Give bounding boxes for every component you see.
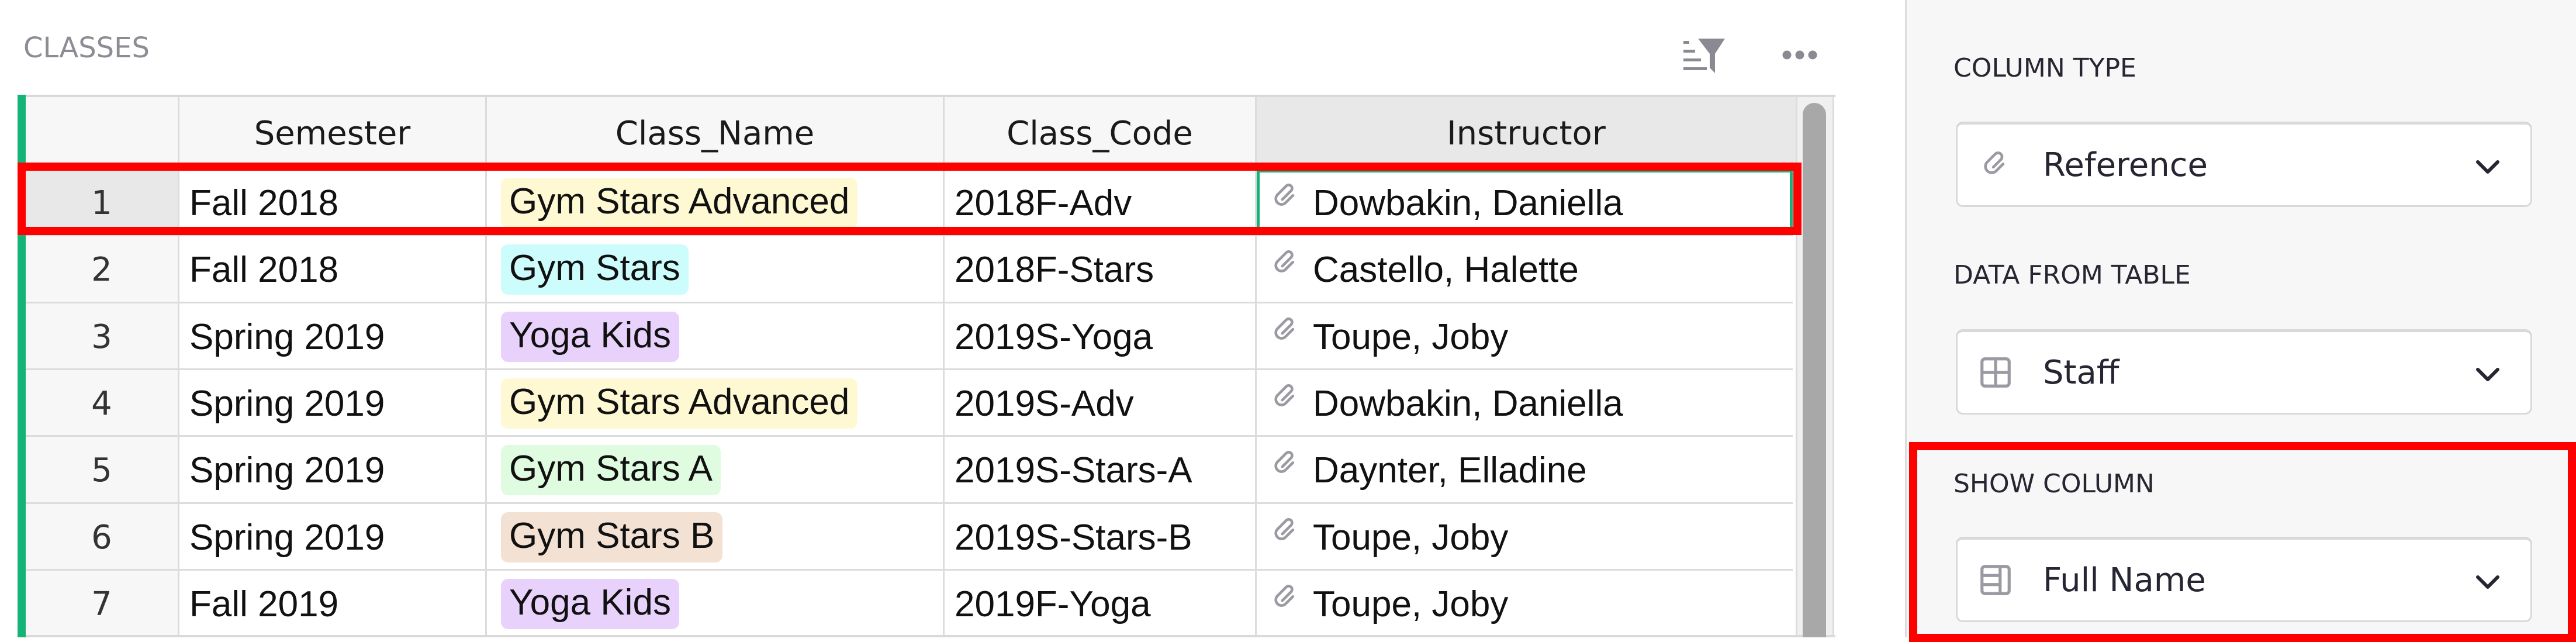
data-from-table-value: Staff [2043,353,2119,392]
link-icon [1274,451,1295,473]
cell-class-name[interactable]: Gym Stars Advanced [487,170,945,236]
table-row[interactable]: 4 Spring 2019 Gym Stars Advanced 2019S-Adv D… [26,370,1793,437]
chevron-down-icon [2476,575,2499,589]
column-icon [1980,565,2011,595]
data-from-table-label: DATA FROM TABLE [1953,260,2191,290]
row-number[interactable]: 3 [26,303,179,370]
instructor-name: Dowbakin, Daniella [1313,383,1623,424]
cell-instructor[interactable]: Toupe, Joby [1257,303,1793,370]
link-icon [1274,518,1295,540]
cell-class-name[interactable]: Gym Stars [487,236,945,303]
cell-instructor[interactable]: Castello, Halette [1257,236,1793,303]
cell-class-name[interactable]: Yoga Kids [487,303,945,370]
cell-instructor[interactable]: Toupe, Joby [1257,504,1793,571]
link-icon [1984,151,2005,174]
row-number[interactable]: 2 [26,236,179,303]
cell-class-name[interactable]: Gym Stars Advanced [487,370,945,437]
column-type-value: Reference [2043,146,2208,184]
cell-semester[interactable]: Spring 2019 [179,504,487,571]
instructor-name: Dowbakin, Daniella [1313,182,1623,223]
cell-class-code[interactable]: 2019S-Yoga [945,303,1257,370]
cell-class-code[interactable]: 2019F-Yoga [945,571,1257,637]
column-header-class-name[interactable]: Class_Name [487,97,945,170]
grid-bottom-border [18,635,1835,637]
column-header-instructor[interactable]: Instructor [1257,97,1796,170]
show-column-select[interactable]: Full Name [1956,537,2532,622]
sort-filter-icon [1683,39,1725,73]
cell-class-code[interactable]: 2018F-Stars [945,236,1257,303]
instructor-name: Daynter, Elladine [1313,450,1587,491]
show-column-label: SHOW COLUMN [1953,469,2155,499]
table-icon [1980,357,2011,388]
choice-chip: Yoga Kids [501,579,679,629]
cell-semester[interactable]: Spring 2019 [179,303,487,370]
table-row[interactable]: 3 Spring 2019 Yoga Kids 2019S-Yoga Toupe, Jo… [26,303,1793,370]
chevron-down-icon [2476,368,2499,381]
sort-filter-button[interactable] [1680,34,1729,76]
more-horizontal-icon [1782,50,1817,60]
cell-semester[interactable]: Spring 2019 [179,437,487,503]
cell-semester[interactable]: Fall 2018 [179,236,487,303]
column-type-select[interactable]: Reference [1956,122,2532,207]
cell-instructor[interactable]: Toupe, Joby [1257,571,1793,637]
cell-semester[interactable]: Fall 2019 [179,571,487,637]
column-header-semester[interactable]: Semester [179,97,487,170]
row-number-header[interactable] [26,97,179,170]
link-icon [1274,384,1295,406]
cell-class-code[interactable]: 2019S-Stars-B [945,504,1257,571]
choice-chip: Gym Stars Advanced [501,378,858,429]
cell-class-name[interactable]: Gym Stars A [487,437,945,503]
cell-class-code[interactable]: 2018F-Adv [945,170,1257,236]
column-header-class-code[interactable]: Class_Code [945,97,1257,170]
instructor-name: Toupe, Joby [1313,316,1509,357]
data-from-table-select[interactable]: Staff [1956,329,2532,415]
choice-chip: Gym Stars [501,244,689,295]
link-icon [1274,585,1295,607]
link-icon [1274,184,1295,206]
link-icon [1274,250,1295,272]
scrollbar-thumb[interactable] [1803,103,1826,637]
choice-chip: Gym Stars B [501,512,723,562]
cell-class-code[interactable]: 2019S-Adv [945,370,1257,437]
table-row[interactable]: 5 Spring 2019 Gym Stars A 2019S-Stars-A Dayn… [26,437,1793,503]
instructor-name: Toupe, Joby [1313,517,1509,558]
show-column-value: Full Name [2043,561,2206,599]
cell-instructor[interactable]: Dowbakin, Daniella [1257,370,1793,437]
cell-class-name[interactable]: Yoga Kids [487,571,945,637]
table-row[interactable]: 7 Fall 2019 Yoga Kids 2019F-Yoga Toupe, Joby [26,571,1793,637]
cell-class-name[interactable]: Gym Stars B [487,504,945,571]
link-icon [1274,317,1295,340]
row-number[interactable]: 4 [26,370,179,437]
cell-instructor[interactable]: Daynter, Elladine [1257,437,1793,503]
instructor-name: Castello, Halette [1313,249,1579,290]
row-number[interactable]: 7 [26,571,179,637]
cell-class-code[interactable]: 2019S-Stars-A [945,437,1257,503]
cell-semester[interactable]: Fall 2018 [179,170,487,236]
instructor-name: Toupe, Joby [1313,584,1509,624]
row-number[interactable]: 6 [26,504,179,571]
row-number[interactable]: 5 [26,437,179,503]
chevron-down-icon [2476,160,2499,174]
cell-semester[interactable]: Spring 2019 [179,370,487,437]
table-row[interactable]: 2 Fall 2018 Gym Stars 2018F-Stars Castello, … [26,236,1793,303]
row-number[interactable]: 1 [26,170,179,236]
choice-chip: Yoga Kids [501,312,679,362]
more-options-button[interactable] [1777,41,1823,69]
choice-chip: Gym Stars A [501,445,721,495]
column-type-label: COLUMN TYPE [1953,53,2136,83]
choice-chip: Gym Stars Advanced [501,178,858,228]
cell-instructor[interactable]: Dowbakin, Daniella [1257,170,1793,236]
table-row[interactable]: 1 Fall 2018 Gym Stars Advanced 2018F-Adv Dow… [26,170,1793,236]
section-title: CLASSES [23,32,150,64]
table-row[interactable]: 6 Spring 2019 Gym Stars B 2019S-Stars-B Toup… [26,504,1793,571]
active-section-indicator [18,95,26,637]
